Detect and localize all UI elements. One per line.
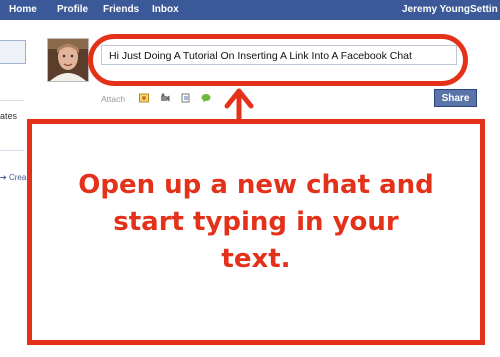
left-sidebar-create-link[interactable]: ➔ Crea	[0, 173, 26, 182]
nav-friends[interactable]: Friends	[103, 4, 139, 15]
speech-bubble-icon[interactable]	[201, 93, 211, 103]
photo-icon[interactable]	[139, 93, 149, 103]
video-icon[interactable]	[160, 93, 170, 103]
annotation-text: Open up a new chat and start typing in y…	[32, 167, 480, 278]
arrow-icon: ➔	[0, 173, 7, 182]
avatar[interactable]	[47, 38, 89, 82]
create-link-label: Crea	[8, 173, 27, 182]
left-divider	[0, 150, 24, 151]
attach-label: Attach	[101, 94, 126, 104]
nav-user-name[interactable]: Jeremy Young	[402, 4, 470, 15]
profile-photo	[48, 39, 88, 81]
left-sidebar-updates[interactable]: ates	[0, 111, 17, 121]
left-divider	[0, 100, 24, 101]
share-button[interactable]: Share	[434, 89, 477, 107]
link-icon[interactable]	[181, 93, 191, 103]
top-navigation-bar: Home Profile Friends Inbox Jeremy Young …	[0, 0, 500, 20]
left-sidebar-box[interactable]	[0, 40, 26, 64]
nav-inbox[interactable]: Inbox	[152, 4, 179, 15]
nav-home[interactable]: Home	[9, 4, 37, 15]
nav-settings[interactable]: Settin	[470, 4, 498, 15]
nav-profile[interactable]: Profile	[57, 4, 88, 15]
annotation-line-3: text.	[221, 244, 291, 274]
annotation-line-2: start typing in your	[113, 207, 399, 237]
highlight-oval	[88, 34, 468, 86]
annotation-line-1: Open up a new chat and	[78, 170, 434, 200]
